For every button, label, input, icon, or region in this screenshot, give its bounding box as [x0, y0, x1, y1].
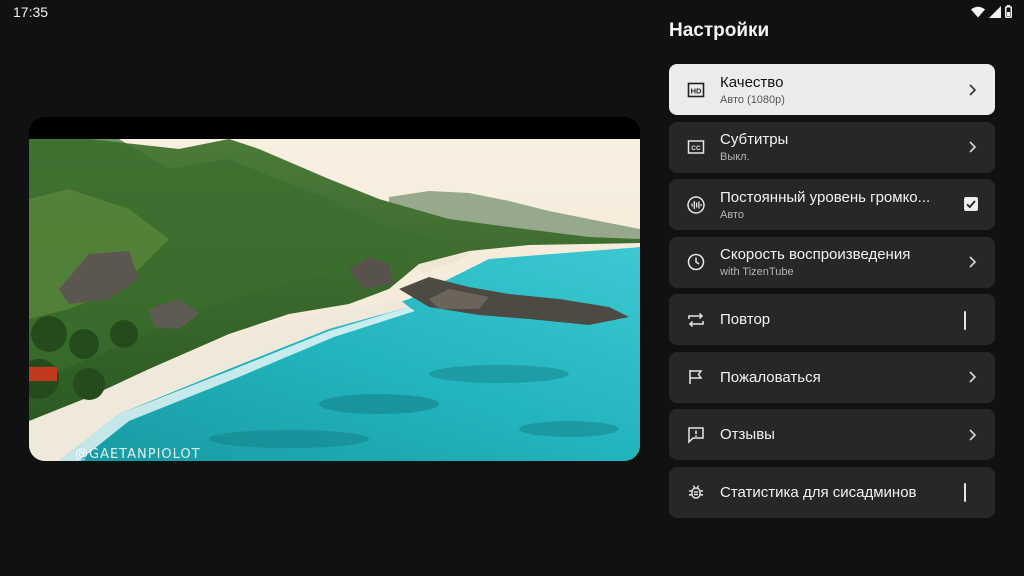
repeat-icon [687, 311, 705, 329]
settings-item-label: Постоянный уровень громко... [720, 188, 931, 206]
settings-item-stats-for-nerds[interactable]: Статистика для сисадминов [669, 466, 995, 518]
settings-list: HD Качество Авто (1080p) CC Субтитры Вык… [669, 64, 995, 524]
flag-icon [687, 368, 705, 386]
svg-text:HD: HD [691, 86, 702, 95]
settings-item-repeat[interactable]: Повтор [669, 294, 995, 345]
checkbox-unchecked-icon [964, 483, 966, 502]
settings-item-value: Выкл. [720, 151, 750, 163]
settings-item-playback-speed[interactable]: Скорость воспроизведения with TizenTube [669, 236, 995, 288]
settings-item-label: Скорость воспроизведения [720, 246, 911, 263]
settings-item-value: with TizenTube [720, 266, 794, 278]
chevron-right-icon [964, 82, 980, 98]
chevron-right-icon [964, 369, 980, 385]
settings-item-value: Авто (1080p) [720, 93, 785, 106]
chevron-right-icon [964, 427, 980, 443]
video-letterbox [29, 117, 640, 139]
settings-item-label: Повтор [720, 311, 771, 328]
settings-item-label: Отзывы [720, 426, 775, 443]
video-watermark: @GAETANPIOLOT [75, 447, 201, 461]
video-frame-image [29, 139, 640, 461]
svg-text:CC: CC [691, 145, 701, 152]
cc-icon: CC [687, 138, 705, 156]
settings-item-label: Субтитры [720, 131, 789, 148]
wifi-icon [971, 6, 985, 18]
settings-item-value: Авто [720, 208, 744, 221]
chevron-right-icon [964, 139, 980, 155]
settings-item-report[interactable]: Пожаловаться [669, 351, 995, 403]
stable-volume-checkbox[interactable] [964, 196, 980, 213]
signal-icon [989, 5, 1001, 18]
repeat-checkbox[interactable] [964, 310, 980, 330]
stats-checkbox[interactable] [964, 483, 980, 502]
settings-item-quality[interactable]: HD Качество Авто (1080p) [669, 64, 995, 115]
chevron-right-icon [964, 254, 980, 270]
status-clock: 17:35 [13, 4, 49, 20]
settings-title: Настройки [669, 20, 770, 41]
video-player[interactable]: @GAETANPIOLOT [29, 117, 640, 461]
settings-item-subtitles[interactable]: CC Субтитры Выкл. [669, 121, 995, 173]
status-bar: 17:35 [0, 0, 1024, 24]
clock-icon [687, 253, 705, 271]
bug-icon [687, 483, 705, 501]
settings-item-label: Качество [720, 73, 784, 91]
settings-item-label: Пожаловаться [720, 368, 821, 386]
hd-icon: HD [687, 81, 705, 99]
status-icons [971, 5, 1012, 18]
checkbox-unchecked-icon [964, 310, 966, 330]
settings-item-label: Статистика для сисадминов [720, 483, 917, 501]
battery-icon [1005, 5, 1012, 18]
settings-item-stable-volume[interactable]: Постоянный уровень громко... Авто [669, 179, 995, 230]
feedback-icon [687, 426, 705, 444]
checkbox-checked-icon [964, 196, 978, 211]
audio-wave-icon [687, 195, 705, 214]
settings-item-feedback[interactable]: Отзывы [669, 409, 995, 460]
